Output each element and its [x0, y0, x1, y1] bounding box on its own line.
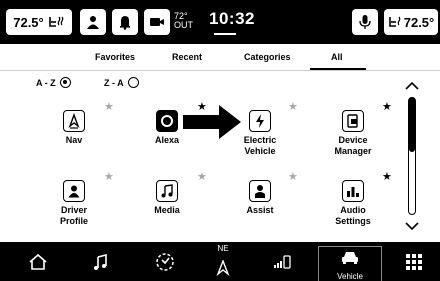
sort-za-radio[interactable]: [127, 77, 139, 88]
nav-icon: [63, 110, 85, 132]
app-device-manager[interactable]: Device Manager: [313, 110, 393, 157]
app-driver-profile[interactable]: Driver Profile: [34, 180, 114, 227]
phone-button[interactable]: [262, 242, 302, 281]
heated-seat-icon: [48, 16, 64, 27]
favorite-star-icon[interactable]: ★: [382, 102, 392, 113]
app-label: Audio Settings: [335, 205, 371, 226]
device-manager-icon: [342, 110, 364, 132]
sort-az-option[interactable]: A - Z: [36, 77, 71, 88]
media-button[interactable]: [80, 242, 120, 281]
scroll-up-icon[interactable]: [404, 81, 420, 91]
driver-temperature-value: 72.5°: [13, 14, 44, 30]
tab-all[interactable]: All: [331, 52, 343, 62]
person-icon: [87, 16, 99, 29]
favorite-star-icon[interactable]: ★: [197, 172, 207, 183]
media-icon: [156, 180, 178, 202]
outside-temperature: 72° OUT: [174, 12, 193, 30]
driver-temperature-button[interactable]: 72.5°: [6, 9, 72, 35]
home-button[interactable]: [18, 242, 58, 281]
favorite-star-icon[interactable]: ★: [288, 172, 298, 183]
heated-seat-icon: [388, 16, 401, 27]
steering-assist-icon: [156, 252, 174, 271]
notifications-button[interactable]: [112, 9, 138, 35]
app-assist[interactable]: Assist: [220, 180, 300, 216]
driver-profile-button[interactable]: [80, 9, 106, 35]
bell-icon: [120, 16, 130, 30]
voice-command-button[interactable]: [352, 9, 378, 35]
clock-underline: [214, 33, 236, 35]
scrollbar-thumb[interactable]: [409, 97, 415, 152]
sort-za-option[interactable]: Z - A: [104, 77, 139, 88]
passenger-temperature-value: 72.5°: [403, 14, 435, 30]
alexa-icon: [156, 110, 178, 132]
music-icon: [94, 253, 107, 270]
tab-bar: Favorites Recent Categories All: [0, 44, 440, 71]
app-label: Driver Profile: [59, 205, 88, 226]
favorite-star-icon[interactable]: ★: [104, 172, 114, 183]
microphone-icon: [359, 15, 371, 29]
phone-signal-icon: [274, 254, 291, 269]
audio-settings-icon: [342, 180, 364, 202]
app-media[interactable]: Media: [127, 180, 207, 216]
tab-recent[interactable]: Recent: [172, 52, 202, 62]
app-label: Assist: [246, 205, 274, 215]
sort-az-label: A - Z: [36, 77, 56, 88]
active-tab-indicator: [310, 68, 366, 70]
assist-icon: [249, 180, 271, 202]
home-icon: [29, 253, 47, 270]
compass-icon: [216, 259, 230, 276]
compass-heading: NE: [217, 244, 229, 253]
favorite-star-icon[interactable]: ★: [104, 102, 114, 113]
tab-favorites[interactable]: Favorites: [95, 52, 135, 62]
sort-za-label: Z - A: [104, 77, 124, 88]
app-label: Nav: [65, 135, 83, 145]
apps-panel: Favorites Recent Categories All A - Z Z …: [0, 44, 440, 242]
top-status-bar: 72.5° 72° OUT 10:32 72.5°: [0, 0, 440, 44]
scroll-down-icon[interactable]: [404, 221, 420, 231]
electric-vehicle-icon: [249, 110, 271, 132]
camera-button[interactable]: [144, 9, 170, 35]
apps-button[interactable]: [394, 242, 434, 281]
tab-categories[interactable]: Categories: [244, 52, 291, 62]
app-label: Media: [154, 205, 180, 215]
passenger-temperature-button[interactable]: 72.5°: [384, 9, 438, 35]
app-nav[interactable]: Nav: [34, 110, 114, 146]
assist-button[interactable]: [145, 242, 185, 281]
apps-grid-icon: [406, 253, 422, 270]
app-audio-settings[interactable]: Audio Settings: [313, 180, 393, 227]
favorite-star-icon[interactable]: ★: [382, 172, 392, 183]
callout-arrow-icon: [183, 105, 241, 139]
vehicle-label: Vehicle: [337, 272, 363, 281]
outside-label: OUT: [174, 20, 193, 30]
camera-icon: [150, 18, 164, 26]
sort-az-radio[interactable]: [59, 77, 71, 88]
clock: 10:32: [209, 9, 255, 28]
driver-profile-icon: [63, 180, 85, 202]
favorite-star-icon[interactable]: ★: [288, 102, 298, 113]
app-label: Device Manager: [334, 135, 372, 156]
